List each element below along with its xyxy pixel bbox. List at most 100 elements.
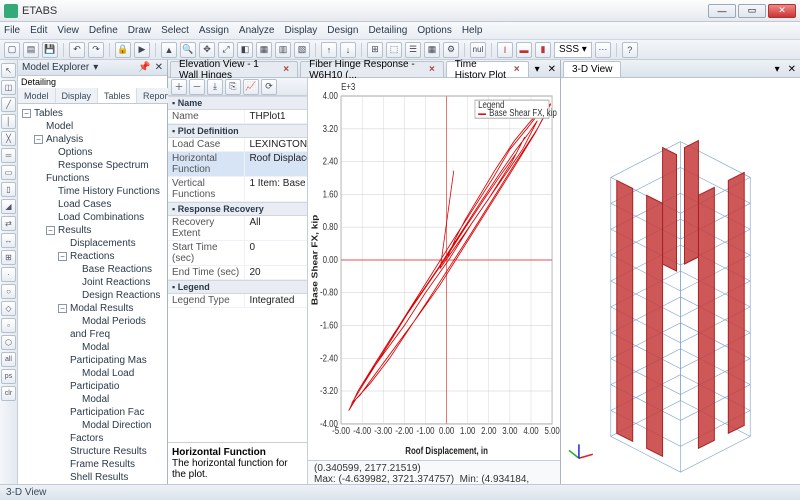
menu-options[interactable]: Options (417, 25, 451, 36)
tree-item[interactable]: Model (46, 121, 73, 132)
menu-help[interactable]: Help (462, 25, 483, 36)
dim-icon[interactable]: ↔ (1, 233, 16, 248)
view3d-icon[interactable]: ◧ (237, 42, 253, 58)
refresh-icon[interactable]: ⟳ (261, 79, 277, 95)
property-row[interactable]: End Time (sec)20 (168, 266, 307, 280)
doc-tab-elevation[interactable]: Elevation View - 1 Wall Hinges× (170, 61, 298, 77)
more-icon[interactable]: ⋯ (595, 42, 611, 58)
pointer-icon[interactable]: ▲ (161, 42, 177, 58)
menu-draw[interactable]: Draw (128, 25, 151, 36)
tree-item[interactable]: Reactions (70, 251, 114, 262)
menu-assign[interactable]: Assign (199, 25, 229, 36)
tree-item[interactable]: Modal Direction Factors (70, 420, 151, 444)
tree-item[interactable]: Structure Results (70, 446, 147, 457)
tab-close-icon[interactable]: × (283, 64, 289, 75)
snap5-icon[interactable]: ⬡ (1, 335, 16, 350)
wall-icon[interactable]: ▮ (535, 42, 551, 58)
view-3d[interactable] (561, 78, 800, 484)
tree-item[interactable]: Modal Load Participatio (70, 368, 134, 392)
tab-tables[interactable]: Tables (98, 88, 137, 103)
tree-item[interactable]: Response Spectrum Functions (46, 160, 149, 184)
chevron-down-icon[interactable]: ▾ (93, 62, 98, 73)
menu-define[interactable]: Define (89, 25, 118, 36)
tree-item[interactable]: Results (58, 225, 91, 236)
tab-3dview[interactable]: 3-D View (563, 61, 621, 77)
menu-view[interactable]: View (57, 25, 79, 36)
reshape-tool-icon[interactable]: ◫ (1, 80, 16, 95)
close-button[interactable]: ✕ (768, 4, 796, 18)
doc-chevron-icon[interactable]: ▾ (531, 62, 544, 77)
doc-close-icon[interactable]: ✕ (544, 62, 560, 77)
grid-icon[interactable]: ⊞ (367, 42, 383, 58)
viewxy-icon[interactable]: ▦ (256, 42, 272, 58)
tree-item[interactable]: Modal Participating Mas (70, 342, 147, 366)
tree-item[interactable]: Shell Results (70, 472, 128, 483)
chart-area[interactable]: -5.00-4.00-3.00-2.00-1.000.001.002.003.0… (308, 78, 560, 460)
tree-item[interactable]: Time History Functions (58, 186, 160, 197)
tree-item[interactable]: Options (58, 147, 92, 158)
tree-item[interactable]: Frame Results (70, 459, 135, 470)
grid-tool-icon[interactable]: ⊞ (1, 250, 16, 265)
undo-icon[interactable]: ↶ (69, 42, 85, 58)
clear-tool-icon[interactable]: clr (1, 386, 16, 401)
draw-link-icon[interactable]: ⇄ (1, 216, 16, 231)
tab-display[interactable]: Display (56, 88, 99, 103)
draw-secbeam-icon[interactable]: ═ (1, 148, 16, 163)
menu-edit[interactable]: Edit (30, 25, 47, 36)
tree-view[interactable]: −TablesModel−AnalysisOptionsResponse Spe… (18, 104, 167, 484)
prev-tool-icon[interactable]: ps (1, 369, 16, 384)
new-icon[interactable]: ▢ (4, 42, 20, 58)
null-icon[interactable]: nul (470, 42, 486, 58)
all-tool-icon[interactable]: all (1, 352, 16, 367)
viewxz-icon[interactable]: ▥ (275, 42, 291, 58)
tree-item[interactable]: Displacements (70, 238, 136, 249)
right-close-icon[interactable]: ✕ (784, 62, 800, 77)
draw-brace-icon[interactable]: ╳ (1, 131, 16, 146)
pin-icon[interactable]: 📌 (138, 62, 150, 73)
tree-item[interactable]: Joint Reactions (82, 277, 150, 288)
zoom-icon[interactable]: 🔍 (180, 42, 196, 58)
property-row[interactable]: Legend TypeIntegrated (168, 294, 307, 308)
run-icon[interactable]: ▶ (134, 42, 150, 58)
tree-item[interactable]: Modal Participation Fac (70, 394, 144, 418)
redo-icon[interactable]: ↷ (88, 42, 104, 58)
tree-item[interactable]: Design Reactions (82, 290, 160, 301)
tree-item[interactable]: Load Cases (58, 199, 111, 210)
chart-icon[interactable]: 📈 (243, 79, 259, 95)
tab-close-icon[interactable]: × (429, 64, 435, 75)
property-row[interactable]: Vertical Functions1 Item: Base Shear FX (168, 177, 307, 202)
doc-tab-timehistory[interactable]: Time History Plot× (446, 61, 529, 77)
export-icon[interactable]: ⤓ (207, 79, 223, 95)
tree-item[interactable]: Base Reactions (82, 264, 152, 275)
tree-item[interactable]: Modal Periods and Freq (70, 316, 146, 340)
menu-file[interactable]: File (4, 25, 20, 36)
select-tool-icon[interactable]: ↖ (1, 63, 16, 78)
property-row[interactable]: Recovery ExtentAll (168, 216, 307, 241)
open-icon[interactable]: ▤ (23, 42, 39, 58)
section-dropdown[interactable]: SSS ▾ (554, 42, 592, 58)
doc-tab-fiber[interactable]: Fiber Hinge Response - W6H10 (...× (300, 61, 444, 77)
snap1-icon[interactable]: · (1, 267, 16, 282)
maximize-button[interactable]: ▭ (738, 4, 766, 18)
draw-wall-icon[interactable]: ▯ (1, 182, 16, 197)
table-icon[interactable]: ▦ (424, 42, 440, 58)
property-row[interactable]: Load CaseLEXINGTON (168, 138, 307, 152)
gear-icon[interactable]: ⚙ (443, 42, 459, 58)
close-panel-icon[interactable]: ✕ (155, 62, 163, 73)
display-icon[interactable]: ⬚ (386, 42, 402, 58)
up-icon[interactable]: ↑ (321, 42, 337, 58)
snap4-icon[interactable]: ▫ (1, 318, 16, 333)
property-row[interactable]: NameTHPlot1 (168, 110, 307, 124)
delete-plot-icon[interactable]: － (189, 79, 205, 95)
snap2-icon[interactable]: ○ (1, 284, 16, 299)
minimize-button[interactable]: — (708, 4, 736, 18)
tab-model[interactable]: Model (18, 88, 56, 103)
draw-col-icon[interactable]: │ (1, 114, 16, 129)
new-plot-icon[interactable]: ＋ (171, 79, 187, 95)
menu-design[interactable]: Design (327, 25, 358, 36)
options-icon[interactable]: ☰ (405, 42, 421, 58)
ibeam-icon[interactable]: I (497, 42, 513, 58)
menu-display[interactable]: Display (285, 25, 318, 36)
property-grid[interactable]: ▪ NameNameTHPlot1▪ Plot DefinitionLoad C… (168, 96, 307, 442)
lock-icon[interactable]: 🔒 (115, 42, 131, 58)
